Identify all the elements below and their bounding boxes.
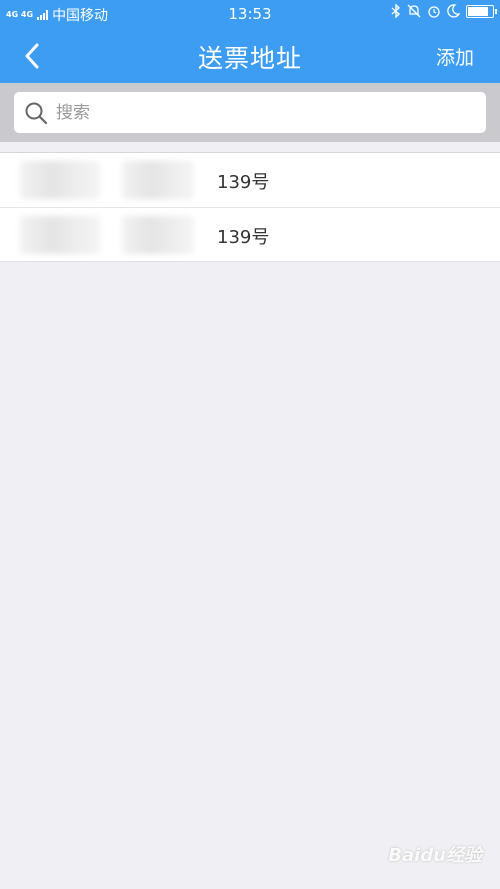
mute-bell-icon [407,4,421,18]
address-list: 139号 139号 [0,152,500,262]
alarm-icon [428,6,440,18]
search-input[interactable] [56,102,436,123]
page-title: 送票地址 [197,44,302,73]
address-row[interactable]: 139号 [0,153,500,207]
blurred-name [20,161,100,199]
search-icon [25,102,48,124]
battery-level [468,6,488,16]
nav-bar: 送票地址 添加 [0,28,500,83]
address-row[interactable]: 139号 [0,207,500,261]
status-bar: 4G 4G 中国移动 13:53 [0,0,500,28]
search-band [0,83,500,142]
moon-icon [447,4,460,18]
bluetooth-icon [391,4,401,18]
watermark: Baidu经验 [388,845,482,866]
status-right [391,4,497,18]
top-bar: 4G 4G 中国移动 13:53 送票地址 添加 [0,0,500,83]
address-number: 139号 [217,172,270,193]
battery-icon [466,4,497,18]
blurred-street [122,161,194,199]
search-box[interactable] [14,92,486,133]
blurred-name [20,216,100,254]
add-button[interactable]: 添加 [436,43,474,70]
blurred-street [122,216,194,254]
address-number: 139号 [217,227,270,248]
